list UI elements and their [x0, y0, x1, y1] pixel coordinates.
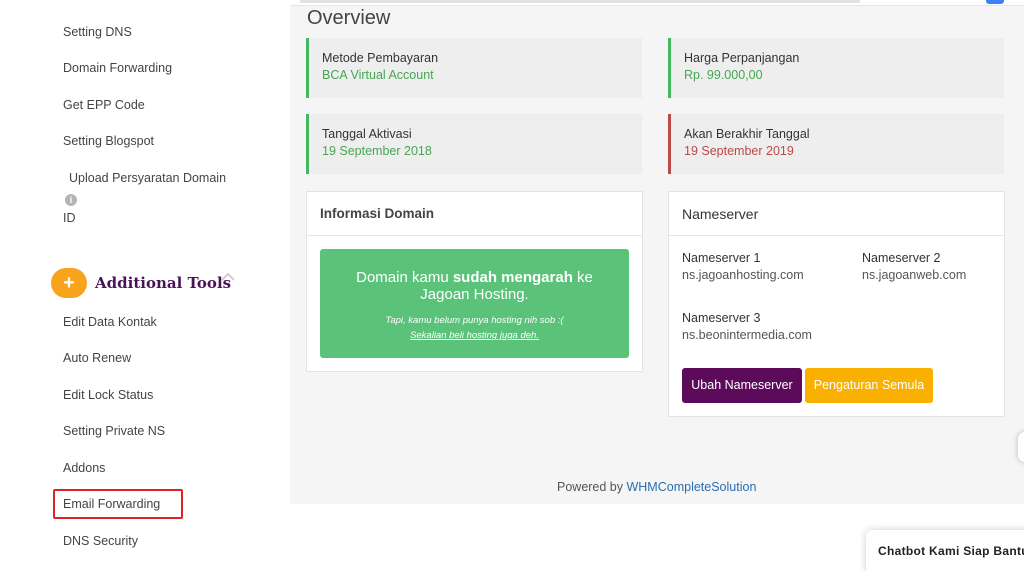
nameserver-label: Nameserver 3: [682, 311, 761, 325]
informasi-domain-panel: Informasi Domain Domain kamu sudah menga…: [306, 191, 643, 372]
additional-tools-title: Additional Tools: [95, 274, 232, 292]
floating-edge-handle[interactable]: [1018, 432, 1024, 462]
domain-status-sub: Tapi, kamu belum punya hosting nih sob :…: [385, 315, 564, 326]
sidebar-item-domain-forwarding[interactable]: Domain Forwarding: [63, 58, 172, 78]
sidebar-item-label-line2: ID: [63, 211, 76, 225]
sidebar-item-setting-dns[interactable]: Setting DNS: [63, 22, 132, 42]
corner-indicator: [986, 0, 1004, 4]
panel-title: Informasi Domain: [307, 192, 642, 236]
card-value: BCA Virtual Account: [322, 68, 434, 82]
page-title: Overview: [307, 7, 391, 29]
card-label: Tanggal Aktivasi: [322, 127, 412, 141]
sidebar-item-addons[interactable]: Addons: [63, 458, 105, 478]
plus-icon: +: [51, 268, 87, 298]
panel-title: Nameserver: [669, 192, 1004, 236]
chevron-up-icon[interactable]: [221, 272, 235, 282]
ubah-nameserver-button[interactable]: Ubah Nameserver: [682, 368, 802, 403]
card-label: Metode Pembayaran: [322, 51, 439, 65]
card-value: 19 September 2018: [322, 144, 432, 158]
sidebar-item-edit-data-kontak[interactable]: Edit Data Kontak: [63, 312, 157, 332]
footer-text: Powered by: [557, 480, 627, 494]
additional-tools-header[interactable]: + Additional Tools: [51, 268, 231, 298]
domain-status-box: Domain kamu sudah mengarah ke Jagoan Hos…: [320, 249, 629, 358]
card-metode-pembayaran: Metode Pembayaran BCA Virtual Account: [306, 38, 642, 98]
nameserver-panel: Nameserver Nameserver 1 ns.jagoanhosting…: [668, 191, 1005, 417]
footer-powered-by: Powered by WHMCompleteSolution: [557, 480, 756, 494]
card-label: Akan Berakhir Tanggal: [684, 127, 810, 141]
nameserver-value: ns.beonintermedia.com: [682, 328, 812, 342]
nameserver-1: Nameserver 1 ns.jagoanhosting.com: [682, 250, 804, 284]
horizontal-scroll-thumb[interactable]: [300, 0, 860, 3]
card-value: Rp. 99.000,00: [684, 68, 763, 82]
nameserver-value: ns.jagoanhosting.com: [682, 268, 804, 282]
whmcs-link[interactable]: WHMCompleteSolution: [626, 480, 756, 494]
sidebar-item-setting-private-ns[interactable]: Setting Private NS: [63, 421, 165, 441]
sidebar: Setting DNS Domain Forwarding Get EPP Co…: [0, 0, 290, 571]
sidebar-item-auto-renew[interactable]: Auto Renew: [63, 348, 131, 368]
nameserver-3: Nameserver 3 ns.beonintermedia.com: [682, 310, 812, 344]
card-label: Harga Perpanjangan: [684, 51, 800, 65]
pengaturan-semula-button[interactable]: Pengaturan Semula: [805, 368, 933, 403]
info-icon[interactable]: i: [65, 194, 77, 206]
sidebar-item-dns-security[interactable]: DNS Security: [63, 531, 138, 551]
sidebar-item-edit-lock-status[interactable]: Edit Lock Status: [63, 385, 153, 405]
nameserver-value: ns.jagoanweb.com: [862, 268, 967, 282]
sidebar-item-label: Upload Persyaratan Domain: [69, 171, 227, 185]
nameserver-2: Nameserver 2 ns.jagoanweb.com: [862, 250, 966, 284]
message-text: Domain kamu: [356, 269, 453, 286]
card-akan-berakhir: Akan Berakhir Tanggal 19 September 2019: [668, 114, 1004, 174]
domain-status-message: Domain kamu sudah mengarah ke Jagoan Hos…: [320, 269, 629, 303]
card-tanggal-aktivasi: Tanggal Aktivasi 19 September 2018: [306, 114, 642, 174]
sidebar-item-email-forwarding[interactable]: Email Forwarding: [63, 494, 160, 514]
chatbot-widget[interactable]: Chatbot Kami Siap Bantu: [866, 530, 1024, 571]
sidebar-item-get-epp-code[interactable]: Get EPP Code: [63, 95, 145, 115]
message-bold: sudah mengarah: [452, 269, 573, 286]
sidebar-item-upload-persyaratan[interactable]: Upload Persyaratan Domain i ID: [63, 168, 243, 228]
buy-hosting-link[interactable]: Sekalian beli hosting juga deh.: [320, 328, 629, 343]
nameserver-label: Nameserver 1: [682, 251, 761, 265]
card-value: 19 September 2019: [684, 144, 794, 158]
sidebar-item-setting-blogspot[interactable]: Setting Blogspot: [63, 131, 154, 151]
card-harga-perpanjangan: Harga Perpanjangan Rp. 99.000,00: [668, 38, 1004, 98]
nameserver-label: Nameserver 2: [862, 251, 941, 265]
